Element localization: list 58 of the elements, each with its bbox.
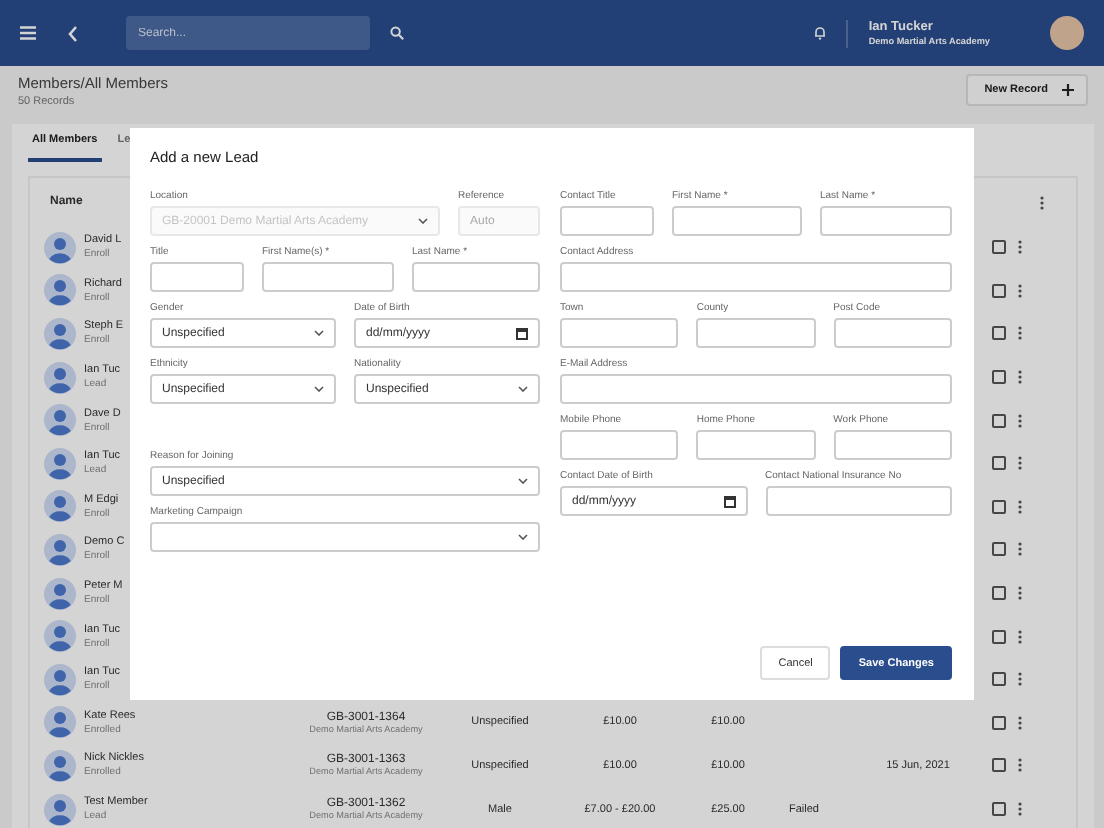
avatar-icon — [44, 793, 76, 826]
avatar-icon — [44, 663, 76, 696]
back-icon[interactable] — [68, 25, 78, 41]
text-field[interactable] — [765, 486, 952, 516]
text-field[interactable] — [560, 318, 679, 348]
text-field[interactable] — [833, 430, 952, 460]
avatar-icon — [44, 317, 76, 350]
chevron-down-icon — [314, 386, 324, 392]
text-field[interactable] — [560, 206, 654, 236]
avatar-icon — [44, 749, 76, 782]
row-checkbox[interactable] — [991, 715, 1005, 730]
text-field[interactable] — [672, 206, 802, 236]
text-field[interactable] — [150, 262, 244, 292]
avatar-icon — [44, 620, 76, 653]
avatar-icon — [44, 447, 76, 480]
avatar-icon — [44, 490, 76, 523]
row-checkbox[interactable] — [991, 802, 1005, 817]
avatar-icon — [44, 404, 76, 437]
calendar-icon — [723, 495, 735, 507]
text-field[interactable] — [560, 430, 679, 460]
search-icon[interactable] — [390, 26, 404, 40]
chevron-down-icon — [518, 534, 528, 540]
row-checkbox[interactable] — [991, 499, 1005, 514]
text-field[interactable] — [696, 430, 816, 460]
avatar-icon — [44, 361, 76, 394]
row-checkbox[interactable] — [991, 240, 1005, 255]
text-field[interactable] — [833, 318, 952, 348]
text-field[interactable] — [262, 262, 394, 292]
row-checkbox[interactable] — [991, 370, 1005, 385]
chevron-down-icon — [518, 386, 528, 392]
calendar-icon — [516, 327, 528, 339]
row-checkbox[interactable] — [991, 672, 1005, 687]
text-field[interactable] — [560, 262, 952, 292]
row-checkbox[interactable] — [991, 758, 1005, 773]
chevron-down-icon — [418, 218, 428, 224]
avatar-icon — [44, 577, 76, 610]
avatar-icon — [44, 706, 76, 739]
text-field[interactable] — [820, 206, 952, 236]
bell-icon[interactable] — [814, 26, 827, 40]
row-checkbox[interactable] — [991, 413, 1005, 428]
row-checkbox[interactable] — [991, 456, 1005, 471]
select-field[interactable] — [150, 522, 540, 552]
avatar-icon — [44, 274, 76, 307]
row-checkbox[interactable] — [991, 326, 1005, 341]
avatar-icon — [44, 533, 76, 566]
row-checkbox[interactable] — [991, 542, 1005, 557]
row-checkbox[interactable] — [991, 629, 1005, 644]
chevron-down-icon — [314, 330, 324, 336]
plus-icon — [1062, 84, 1074, 96]
chevron-down-icon — [518, 478, 528, 484]
text-field[interactable] — [412, 262, 540, 292]
row-checkbox[interactable] — [991, 283, 1005, 298]
text-field[interactable] — [696, 318, 816, 348]
text-field[interactable] — [560, 374, 952, 404]
menu-icon[interactable] — [20, 26, 36, 40]
avatar-icon — [44, 231, 76, 264]
user-avatar[interactable] — [1050, 16, 1084, 50]
row-checkbox[interactable] — [991, 586, 1005, 601]
